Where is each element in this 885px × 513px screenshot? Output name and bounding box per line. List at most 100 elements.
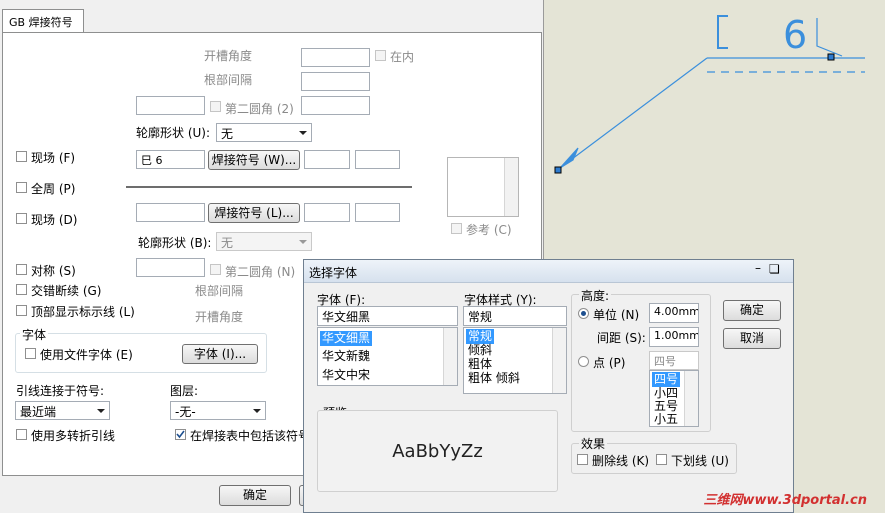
top-display-label: 顶部显示标示线 (L) bbox=[31, 305, 135, 319]
minimize-icon[interactable]: – bbox=[755, 261, 761, 275]
groove-angle-b-label: 开槽角度 bbox=[195, 310, 244, 324]
unit-radio[interactable] bbox=[578, 308, 589, 319]
point-label: 点 (P) bbox=[593, 356, 626, 370]
height-label: 高度: bbox=[579, 287, 612, 304]
underline-checkbox[interactable] bbox=[656, 454, 667, 465]
field-bottom-label: 现场 (D) bbox=[31, 213, 78, 227]
contour-b-value: 无 bbox=[221, 236, 234, 250]
size-list-item[interactable]: 四号 bbox=[652, 372, 681, 387]
tab-label: GB 焊接符号 bbox=[9, 16, 73, 29]
symbol-input-bottom[interactable] bbox=[136, 203, 205, 222]
font-ok-button[interactable]: 确定 bbox=[723, 300, 781, 321]
preview-scrollbar[interactable] bbox=[504, 158, 518, 216]
use-doc-font-label: 使用文件字体 (E) bbox=[40, 348, 133, 362]
leader-attach-select[interactable]: 最近端 bbox=[15, 401, 110, 420]
contour-b-label: 轮廓形状 (B): bbox=[138, 236, 212, 250]
font-list-scrollbar[interactable] bbox=[443, 328, 457, 385]
chevron-down-icon bbox=[299, 240, 307, 244]
multi-jog-checkbox[interactable] bbox=[16, 429, 27, 440]
style-list-item[interactable]: 粗体 倾斜 bbox=[466, 371, 522, 386]
inside-checkbox[interactable] bbox=[375, 50, 386, 61]
second-fillet-b-checkbox[interactable] bbox=[210, 264, 221, 275]
root-gap-label: 根部间隔 bbox=[204, 73, 253, 87]
length-input-bottom[interactable] bbox=[355, 203, 400, 222]
font-style-value: 常规 bbox=[468, 310, 493, 324]
font-cancel-button[interactable]: 取消 bbox=[723, 328, 781, 349]
spacing-value: 1.00mm bbox=[654, 329, 699, 342]
groove-angle-label: 开槽角度 bbox=[204, 49, 253, 63]
chevron-down-icon bbox=[97, 409, 105, 413]
fillet-input-top[interactable] bbox=[136, 96, 205, 115]
staggered-checkbox[interactable] bbox=[16, 284, 27, 295]
size-input-bottom[interactable] bbox=[304, 203, 350, 222]
grip-handle-arrow[interactable] bbox=[554, 166, 562, 174]
style-list-scrollbar[interactable] bbox=[552, 328, 566, 393]
top-display-checkbox[interactable] bbox=[16, 305, 27, 316]
font-name-value: 华文细黑 bbox=[322, 310, 371, 324]
layer-label: 图层: bbox=[170, 384, 199, 398]
unit-input[interactable]: 4.00mm bbox=[649, 303, 699, 323]
contour-u-select[interactable]: 无 bbox=[216, 123, 312, 142]
contour-u-label: 轮廓形状 (U): bbox=[136, 126, 211, 140]
field-top-label: 现场 (F) bbox=[31, 151, 76, 165]
tab-gb-weld-symbol[interactable]: GB 焊接符号 bbox=[2, 9, 84, 34]
groove-angle-input[interactable] bbox=[301, 48, 370, 67]
symmetric-checkbox[interactable] bbox=[16, 264, 27, 275]
symbol-preview-box bbox=[447, 157, 519, 217]
font-dialog-titlebar[interactable]: 选择字体 – ❏ bbox=[304, 260, 793, 283]
font-name-list[interactable]: 华文细黑 华文新魏 华文中宋 bbox=[317, 327, 458, 386]
font-style-list[interactable]: 常规 倾斜 粗体 粗体 倾斜 bbox=[463, 327, 567, 394]
point-size-list[interactable]: 四号 小四 五号 小五 bbox=[649, 370, 699, 427]
root-gap-input[interactable] bbox=[301, 72, 370, 91]
all-around-label: 全周 (P) bbox=[31, 182, 76, 196]
unit-value: 4.00mm bbox=[654, 305, 699, 318]
font-button[interactable]: 字体 (I)... bbox=[182, 344, 258, 364]
second-fillet-checkbox[interactable] bbox=[210, 101, 221, 112]
symbol-value: 巳 6 bbox=[141, 154, 163, 167]
weld-symbol-button-bottom[interactable]: 焊接符号 (L)... bbox=[208, 203, 300, 223]
font-group-label: 字体 bbox=[20, 326, 49, 343]
point-input[interactable]: 四号 bbox=[649, 351, 699, 370]
second-fillet-b-label: 第二圆角 (N) bbox=[225, 265, 296, 279]
all-around-checkbox[interactable] bbox=[16, 182, 27, 193]
select-font-dialog: 选择字体 – ❏ 字体 (F): 华文细黑 华文细黑 华文新魏 华文中宋 字体样… bbox=[303, 259, 794, 513]
style-list-item[interactable]: 倾斜 bbox=[466, 343, 494, 358]
font-list-item[interactable]: 华文中宋 bbox=[320, 368, 372, 383]
grip-handle-end[interactable] bbox=[827, 53, 835, 61]
size-input-top[interactable] bbox=[304, 150, 350, 169]
reference-checkbox[interactable] bbox=[451, 223, 462, 234]
strikeout-checkbox[interactable] bbox=[577, 454, 588, 465]
style-list-item[interactable]: 常规 bbox=[466, 329, 495, 344]
length-input-top[interactable] bbox=[355, 150, 400, 169]
font-list-item[interactable]: 华文细黑 bbox=[320, 331, 373, 346]
spacing-input[interactable]: 1.00mm bbox=[649, 327, 699, 347]
size-list-item[interactable]: 小五 bbox=[652, 412, 680, 426]
leader-attach-label: 引线连接于符号: bbox=[16, 384, 105, 398]
chevron-down-icon bbox=[299, 131, 307, 135]
weld-symbol-button-top[interactable]: 焊接符号 (W)... bbox=[208, 150, 300, 170]
staggered-label: 交错断续 (G) bbox=[31, 284, 102, 298]
symmetric-label: 对称 (S) bbox=[31, 264, 76, 278]
use-doc-font-checkbox[interactable] bbox=[25, 348, 36, 359]
multi-jog-label: 使用多转折引线 bbox=[31, 429, 116, 443]
weld-size-text: 6 bbox=[783, 13, 807, 57]
point-radio[interactable] bbox=[578, 356, 589, 367]
symbol-input-top[interactable]: 巳 6 bbox=[136, 150, 205, 169]
include-table-checkbox[interactable] bbox=[175, 429, 186, 440]
ok-button[interactable]: 确定 bbox=[219, 485, 291, 506]
font-list-item[interactable]: 华文新魏 bbox=[320, 349, 372, 364]
font-style-input[interactable]: 常规 bbox=[463, 306, 567, 326]
style-list-item[interactable]: 粗体 bbox=[466, 357, 494, 372]
field-top-checkbox[interactable] bbox=[16, 151, 27, 162]
preview-box: AaBbYyZz bbox=[317, 410, 558, 492]
layer-value: -无- bbox=[175, 405, 196, 419]
second-fillet-input[interactable] bbox=[301, 96, 370, 115]
field-bottom-checkbox[interactable] bbox=[16, 213, 27, 224]
font-name-input[interactable]: 华文细黑 bbox=[317, 306, 458, 326]
fillet-input-bottom[interactable] bbox=[136, 258, 205, 277]
restore-icon[interactable]: ❏ bbox=[769, 262, 780, 276]
size-list-scrollbar[interactable] bbox=[684, 371, 698, 426]
contour-b-select[interactable]: 无 bbox=[216, 232, 312, 251]
layer-select[interactable]: -无- bbox=[170, 401, 266, 420]
checkmark-icon bbox=[176, 430, 185, 439]
